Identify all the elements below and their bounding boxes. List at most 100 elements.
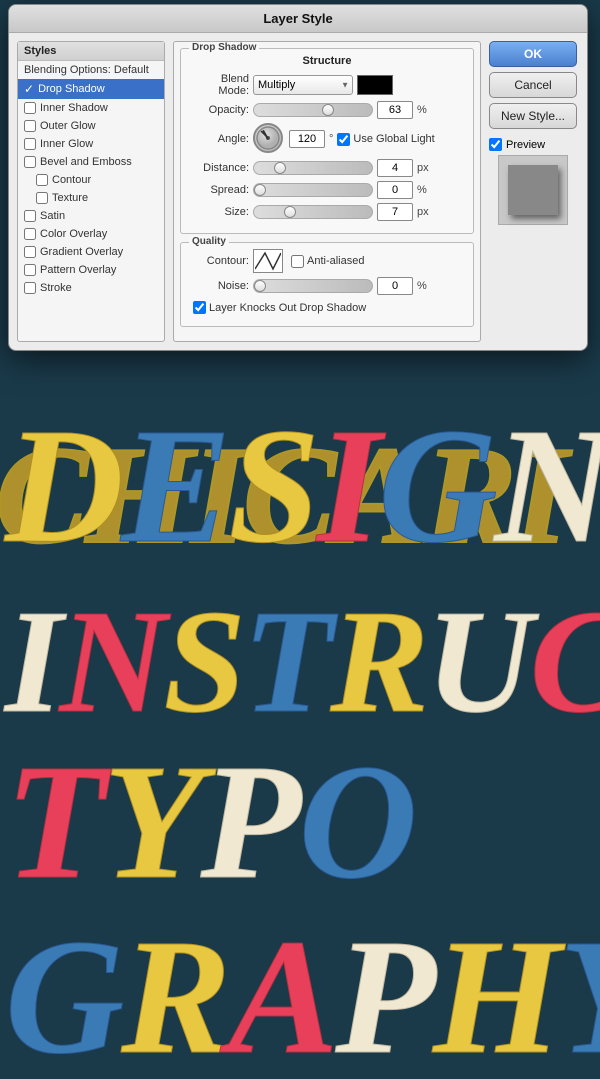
style-item-satin[interactable]: Satin [18,207,164,225]
inner-glow-label: Inner Glow [40,138,93,150]
satin-checkbox[interactable] [24,210,36,222]
style-item-drop-shadow[interactable]: ✓ Drop Shadow [18,79,164,99]
style-item-contour[interactable]: Contour [18,171,164,189]
opacity-row: Opacity: % [189,101,465,119]
size-row: Size: px [189,203,465,221]
distance-input[interactable] [377,159,413,177]
spread-label: Spread: [189,184,249,196]
noise-thumb [254,280,266,292]
new-style-button[interactable]: New Style... [489,103,577,129]
layer-knocks-out-row: Layer Knocks Out Drop Shadow [189,301,465,314]
style-item-texture[interactable]: Texture [18,189,164,207]
spread-input[interactable] [377,181,413,199]
angle-row: Angle: [189,123,465,155]
contour-label: Contour [52,174,91,186]
structure-section: Drop Shadow Structure Blend Mode: Multip… [180,48,474,234]
cancel-button[interactable]: Cancel [489,72,577,98]
texture-checkbox[interactable] [36,192,48,204]
size-slider[interactable] [253,205,373,219]
style-item-blending[interactable]: Blending Options: Default [18,61,164,79]
preview-inner [508,165,558,215]
blend-mode-select[interactable]: Multiply Normal Screen Overlay [253,75,353,95]
inner-shadow-checkbox[interactable] [24,102,36,114]
anti-aliased-text: Anti-aliased [307,255,364,267]
use-global-light-label: Use Global Light [337,133,434,146]
layer-knocks-out-label: Layer Knocks Out Drop Shadow [189,301,366,314]
style-item-color-overlay[interactable]: Color Overlay [18,225,164,243]
drop-shadow-section-label: Drop Shadow [189,42,259,53]
layer-style-dialog: Layer Style Styles Blending Options: Def… [8,4,588,351]
angle-dial-container[interactable] [253,123,285,155]
preview-checkbox-row: Preview [489,138,577,151]
style-item-gradient-overlay[interactable]: Gradient Overlay [18,243,164,261]
styles-header: Styles [18,42,164,61]
preview-area: Preview [489,138,577,225]
spread-slider[interactable] [253,183,373,197]
stroke-checkbox[interactable] [24,282,36,294]
use-global-light-checkbox[interactable] [337,133,350,146]
settings-panel: Drop Shadow Structure Blend Mode: Multip… [173,41,481,342]
pattern-overlay-label: Pattern Overlay [40,264,116,276]
distance-unit: px [417,162,429,174]
style-item-inner-shadow[interactable]: Inner Shadow [18,99,164,117]
angle-label: Angle: [189,133,249,145]
satin-label: Satin [40,210,65,222]
distance-slider[interactable] [253,161,373,175]
size-unit: px [417,206,429,218]
outer-glow-checkbox[interactable] [24,120,36,132]
opacity-thumb [322,104,334,116]
size-label: Size: [189,206,249,218]
blend-mode-select-wrapper: Multiply Normal Screen Overlay [253,75,353,95]
contour-checkbox[interactable] [36,174,48,186]
spread-unit: % [417,184,427,196]
opacity-input[interactable] [377,101,413,119]
size-input[interactable] [377,203,413,221]
preview-label: Preview [506,139,545,151]
bevel-emboss-checkbox[interactable] [24,156,36,168]
style-item-pattern-overlay[interactable]: Pattern Overlay [18,261,164,279]
ok-button[interactable]: OK [489,41,577,67]
noise-row: Noise: % [189,277,465,295]
noise-slider[interactable] [253,279,373,293]
opacity-slider[interactable] [253,103,373,117]
use-global-light-text: Use Global Light [353,133,434,145]
blend-mode-label: Blend Mode: [189,73,249,97]
angle-input[interactable] [289,130,325,148]
distance-row: Distance: px [189,159,465,177]
opacity-unit: % [417,104,427,116]
preview-box [498,155,568,225]
distance-thumb [274,162,286,174]
style-item-inner-glow[interactable]: Inner Glow [18,135,164,153]
shadow-color-swatch[interactable] [357,75,393,95]
anti-aliased-checkbox[interactable] [291,255,304,268]
spread-row: Spread: % [189,181,465,199]
contour-preview-button[interactable] [253,249,283,273]
distance-label: Distance: [189,162,249,174]
drop-shadow-check-icon: ✓ [24,82,34,96]
inner-glow-checkbox[interactable] [24,138,36,150]
style-item-bevel-emboss[interactable]: Bevel and Emboss [18,153,164,171]
drop-shadow-label: Drop Shadow [38,83,105,95]
quality-section: Quality Contour: Anti-aliased [180,242,474,327]
contour-label-field: Contour: [189,255,249,267]
spread-thumb [254,184,266,196]
pattern-overlay-checkbox[interactable] [24,264,36,276]
stroke-label: Stroke [40,282,72,294]
angle-dial[interactable] [253,123,283,153]
noise-input[interactable] [377,277,413,295]
quality-label: Quality [189,236,229,247]
buttons-panel: OK Cancel New Style... Preview [489,41,579,342]
gradient-overlay-checkbox[interactable] [24,246,36,258]
blend-mode-row: Blend Mode: Multiply Normal Screen Overl… [189,73,465,97]
styles-list-panel: Styles Blending Options: Default ✓ Drop … [17,41,165,342]
gradient-overlay-label: Gradient Overlay [40,246,123,258]
layer-knocks-out-checkbox[interactable] [193,301,206,314]
preview-checkbox[interactable] [489,138,502,151]
style-item-outer-glow[interactable]: Outer Glow [18,117,164,135]
layer-knocks-out-text: Layer Knocks Out Drop Shadow [209,302,366,314]
opacity-label: Opacity: [189,104,249,116]
texture-label: Texture [52,192,88,204]
blending-label: Blending Options: Default [24,64,149,76]
style-item-stroke[interactable]: Stroke [18,279,164,297]
color-overlay-checkbox[interactable] [24,228,36,240]
